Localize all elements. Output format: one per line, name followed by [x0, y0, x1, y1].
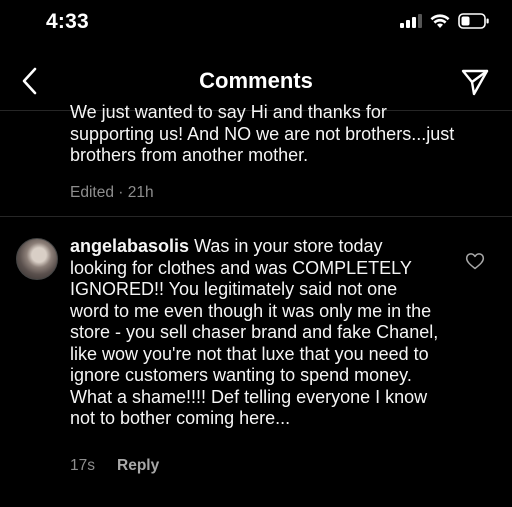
page-title: Comments: [199, 68, 313, 93]
share-button[interactable]: [458, 65, 492, 99]
battery-icon: [458, 13, 489, 29]
signal-icon: [400, 14, 422, 28]
comment-item: We just wanted to say Hi and thanks for …: [70, 102, 470, 202]
comment-time: 21h: [127, 184, 154, 201]
reply-button[interactable]: Reply: [117, 457, 159, 475]
wifi-icon: [430, 13, 450, 28]
comment-time: 17s: [70, 457, 95, 474]
edited-label: Edited: [70, 184, 114, 201]
status-icons: [400, 13, 490, 29]
heart-outline-icon[interactable]: [465, 251, 485, 271]
paper-plane-icon: [461, 69, 489, 96]
comment-text: Was in your store today looking for clot…: [70, 236, 439, 428]
avatar[interactable]: [16, 238, 58, 280]
meta-separator: ·: [118, 184, 128, 201]
comment-meta: Edited · 21h: [70, 184, 470, 202]
comment-body: angelabasolis Was in your store today lo…: [70, 236, 440, 430]
comment-username[interactable]: angelabasolis: [70, 236, 189, 256]
status-bar: 4:33: [0, 0, 512, 50]
comment-text: We just wanted to say Hi and thanks for …: [70, 102, 455, 165]
comment-meta: 17s Reply: [70, 457, 159, 475]
status-time: 4:33: [46, 10, 89, 33]
divider: [0, 216, 512, 217]
